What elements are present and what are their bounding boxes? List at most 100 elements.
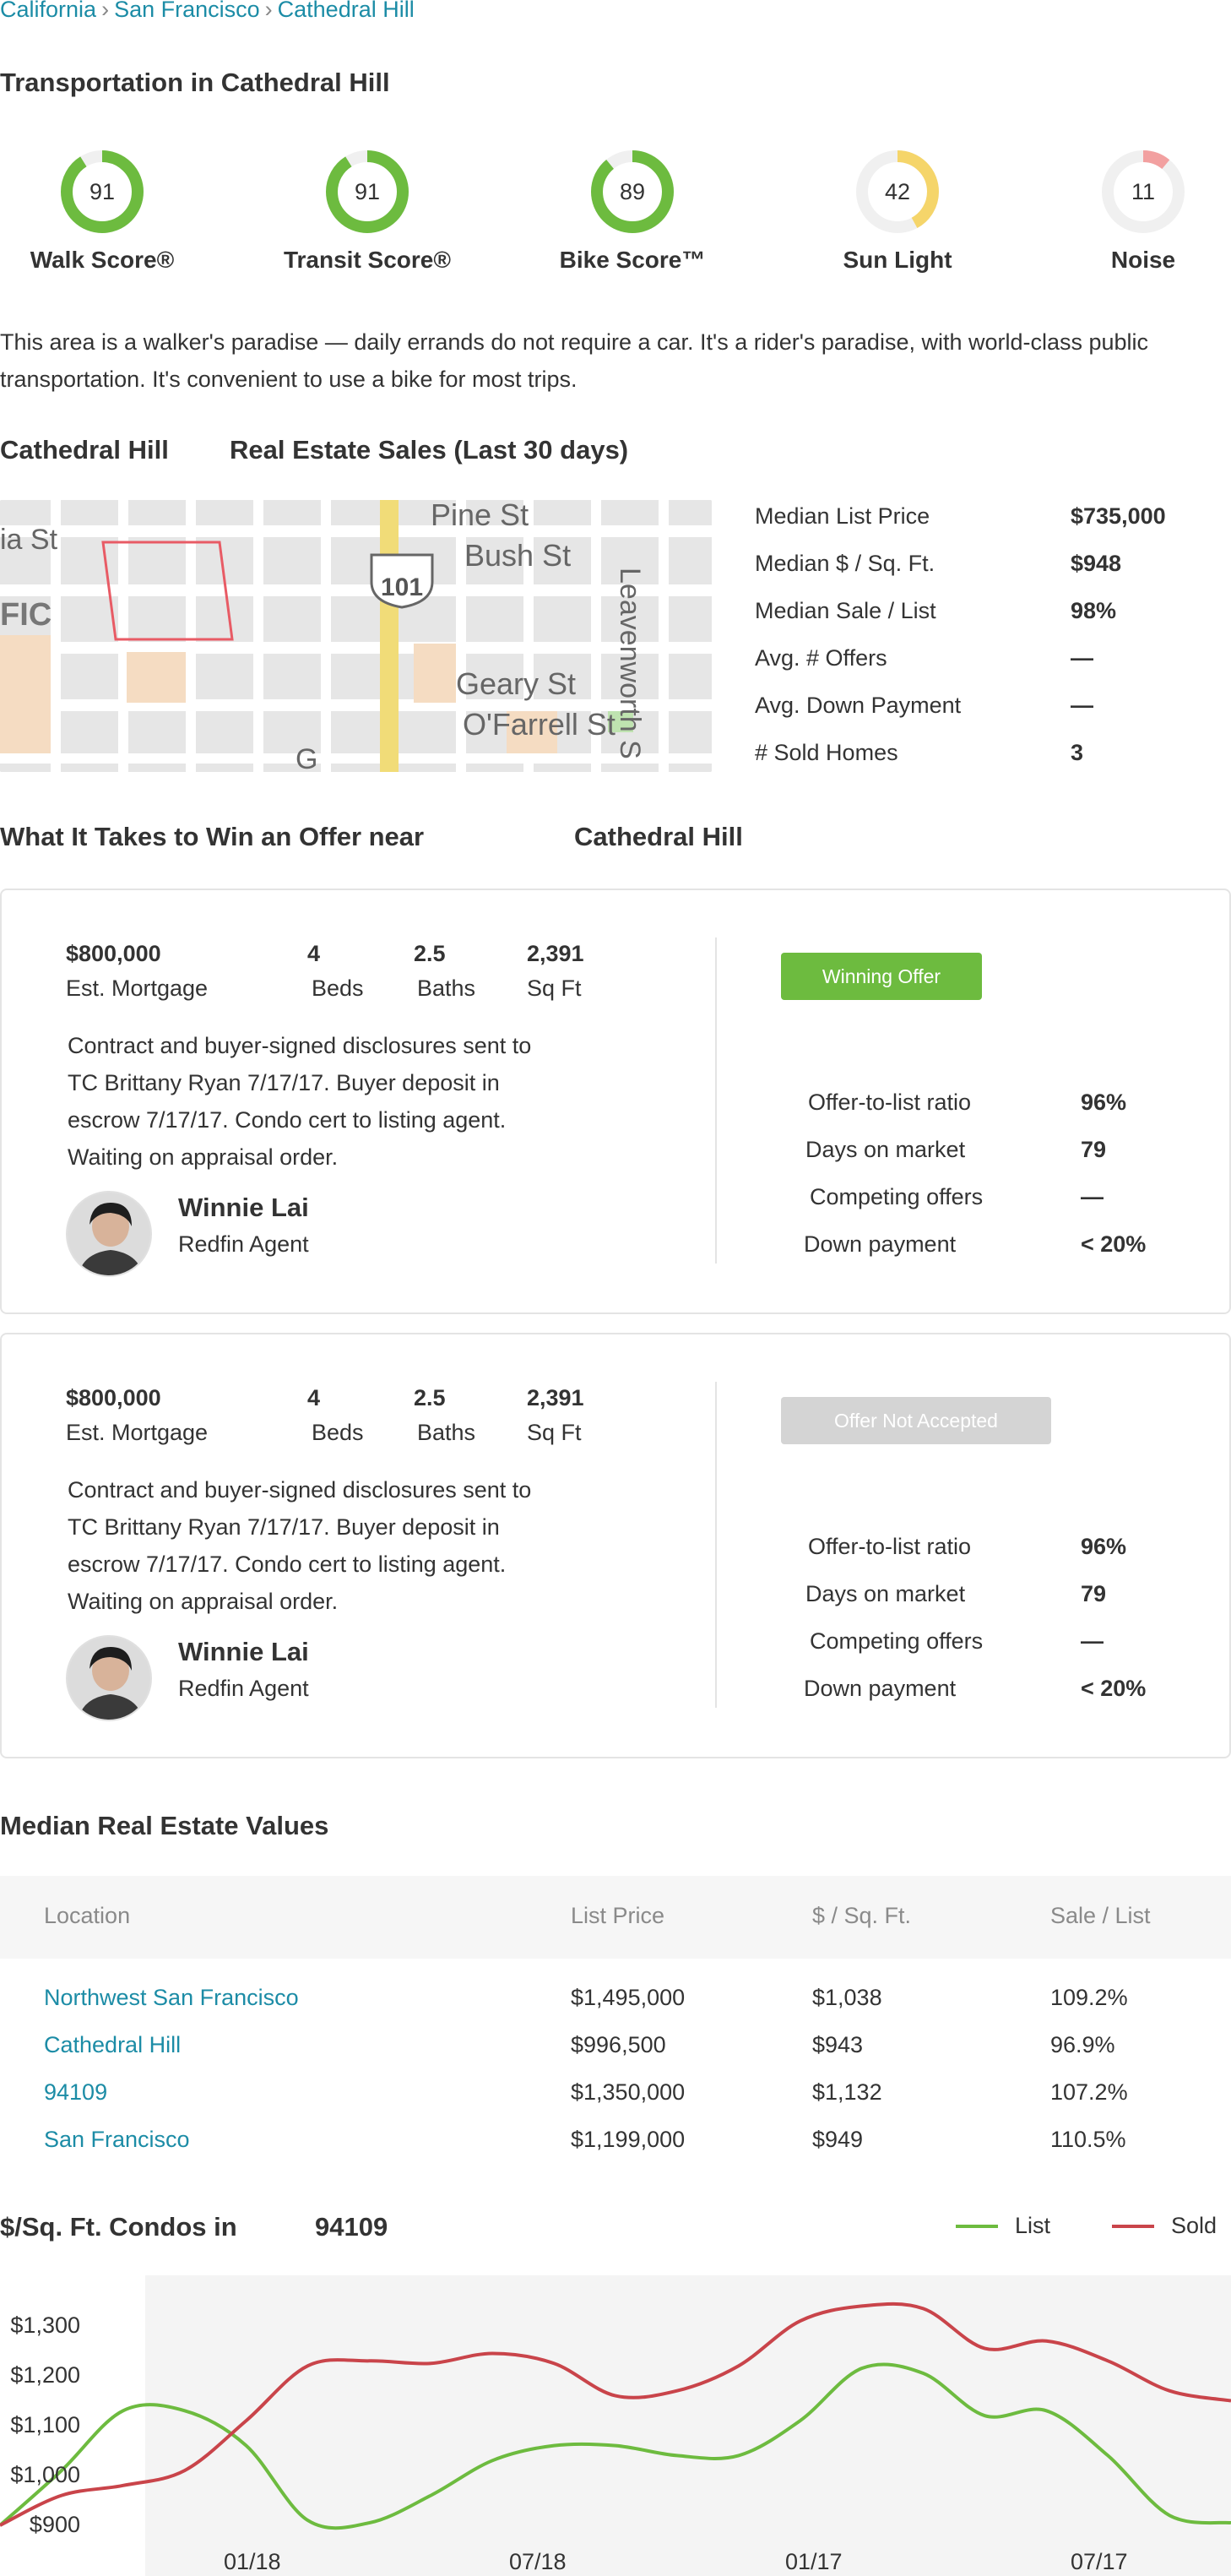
table-cell: $1,350,000 (571, 2079, 686, 2105)
table-row: Northwest San Francisco $1,495,000 $1,038 1… (0, 1985, 1231, 2022)
offers-title: What It Takes to Win an Offer near (0, 822, 425, 851)
breadcrumb-california[interactable]: California (0, 0, 96, 22)
offer-detail-label: Competing offers (810, 1184, 984, 1209)
x-tick-label: 01/18 (224, 2549, 281, 2574)
table-cell: $1,132 (812, 2079, 882, 2105)
median-values-title: Median Real Estate Values (0, 1811, 329, 1840)
table-location-link[interactable]: Northwest San Francisco (44, 1985, 299, 2011)
score-value: 91 (89, 179, 116, 204)
fact-price-label: Est. Mortgage (66, 1420, 209, 1445)
agent-role: Redfin Agent (178, 1231, 309, 1257)
offer-status-badge: Offer Not Accepted (781, 1397, 1051, 1444)
table-location-link[interactable]: 94109 (44, 2079, 107, 2106)
agent-name[interactable]: Winnie Lai (178, 1637, 309, 1667)
x-tick-label: 07/17 (1071, 2549, 1128, 2574)
table-header-cell: List Price (571, 1903, 665, 1928)
table-row: 94109 $1,350,000 $1,132 107.2% (0, 2079, 1231, 2117)
x-tick-label: 01/17 (785, 2549, 843, 2574)
fact-beds-label: Beds (312, 976, 364, 1001)
fact-sqft-value: 2,391 (527, 941, 584, 966)
legend-sold-swatch (1112, 2224, 1154, 2228)
offer-detail-label: Days on market (805, 1581, 966, 1606)
offer-detail-label: Offer-to-list ratio (808, 1534, 972, 1559)
breadcrumb-cathedral-hill[interactable]: Cathedral Hill (278, 0, 415, 22)
score-ring: 42 (854, 149, 941, 235)
fact-beds-value: 4 (307, 941, 321, 966)
offer-detail-value: 79 (1081, 1137, 1107, 1162)
offer-detail-value: 96% (1081, 1090, 1127, 1115)
sales-neighborhood-link[interactable]: Cathedral Hill (0, 435, 169, 465)
score-label: Sun Light (843, 247, 952, 273)
neighborhood-map[interactable]: 101 ia St Pine St Bush St Geary St O'Far… (0, 500, 712, 772)
score-item[interactable]: 91 Walk Score® (1, 149, 203, 274)
agent-avatar[interactable] (66, 1191, 152, 1277)
sales-title: Real Estate Sales (Last 30 days) (230, 435, 629, 465)
offer-detail-value: — (1081, 1184, 1104, 1209)
map-street-label: ia St (0, 524, 58, 556)
offer-card: $800,000 Est. Mortgage 4 Beds 2.5 Baths 2,391 S… (0, 1333, 1231, 1758)
offer-detail-value: 79 (1081, 1581, 1107, 1606)
table-row: San Francisco $1,199,000 $949 110.5% (0, 2127, 1231, 2164)
card-divider (715, 1382, 717, 1708)
y-tick-label: $1,100 (10, 2412, 80, 2437)
table-location-link[interactable]: Cathedral Hill (44, 2032, 181, 2058)
score-label: Transit Score® (283, 247, 452, 273)
transportation-description: This area is a walker's paradise — daily… (0, 329, 1149, 392)
map-graphic: 101 ia St Pine St Bush St Geary St O'Far… (0, 500, 712, 772)
sales-stat-label: Median $ / Sq. Ft. (755, 551, 935, 576)
agent-name[interactable]: Winnie Lai (178, 1193, 309, 1223)
fact-baths-label: Baths (417, 1420, 476, 1445)
map-street-label: G (296, 743, 317, 772)
fact-baths-label: Baths (417, 976, 476, 1001)
card-divider (715, 937, 717, 1264)
table-header-cell: Sale / List (1050, 1903, 1151, 1928)
sales-stat-value: 98% (1071, 598, 1117, 623)
offer-card: $800,000 Est. Mortgage 4 Beds 2.5 Baths 2,391 S… (0, 889, 1231, 1314)
chevron-right-icon: › (101, 0, 110, 22)
chevron-right-icon: › (264, 0, 273, 22)
score-item[interactable]: 89 Bike Score™ (531, 149, 734, 274)
score-ring: 91 (59, 149, 145, 235)
fact-baths-value: 2.5 (414, 1385, 446, 1410)
breadcrumb-san-francisco[interactable]: San Francisco (114, 0, 260, 22)
score-item[interactable]: 11 Noise (1042, 149, 1231, 274)
price-chart (0, 2302, 1231, 2530)
legend-sold-label: Sold (1171, 2213, 1217, 2238)
score-value: 91 (354, 179, 381, 204)
fact-price-value: $800,000 (66, 941, 161, 966)
offer-detail-label: Down payment (804, 1676, 957, 1701)
chart-title: $/Sq. Ft. Condos in (0, 2212, 237, 2242)
breadcrumb: California › San Francisco › Cathedral Hill (0, 0, 415, 23)
table-cell: $949 (812, 2127, 864, 2152)
chart-zip-link[interactable]: 94109 (315, 2212, 388, 2242)
score-label: Noise (1110, 247, 1176, 273)
legend-list-label: List (1015, 2213, 1051, 2238)
table-location-link[interactable]: San Francisco (44, 2127, 190, 2153)
legend-list-swatch (956, 2224, 998, 2228)
offer-detail-label: Competing offers (810, 1628, 984, 1654)
offer-detail-value: — (1081, 1628, 1104, 1654)
score-value: 89 (619, 179, 646, 204)
map-highway-label: 101 (381, 573, 423, 601)
table-cell: 110.5% (1050, 2127, 1126, 2152)
sales-stat-label: Median List Price (755, 503, 930, 529)
y-tick-label: $1,000 (10, 2462, 80, 2487)
score-label: Bike Score™ (559, 247, 706, 273)
offer-status-badge: Winning Offer (781, 953, 982, 1000)
score-value: 11 (1131, 179, 1156, 204)
fact-baths-value: 2.5 (414, 941, 446, 966)
table-cell: $1,495,000 (571, 1985, 686, 2010)
legend-list[interactable]: List (956, 2213, 1050, 2239)
agent-avatar[interactable] (66, 1635, 152, 1721)
table-cell: 107.2% (1050, 2079, 1128, 2105)
sales-stat-label: Median Sale / List (755, 598, 936, 623)
x-tick-label: 07/18 (509, 2549, 567, 2574)
map-street-label: Bush St (464, 538, 571, 573)
score-item[interactable]: 91 Transit Score® (266, 149, 469, 274)
fact-sqft-label: Sq Ft (527, 1420, 582, 1445)
legend-sold[interactable]: Sold (1112, 2213, 1217, 2239)
offers-neighborhood-link[interactable]: Cathedral Hill (574, 822, 743, 852)
map-street-label: Geary St (456, 666, 576, 701)
fact-price-label: Est. Mortgage (66, 976, 209, 1001)
score-item[interactable]: 42 Sun Light (796, 149, 999, 274)
